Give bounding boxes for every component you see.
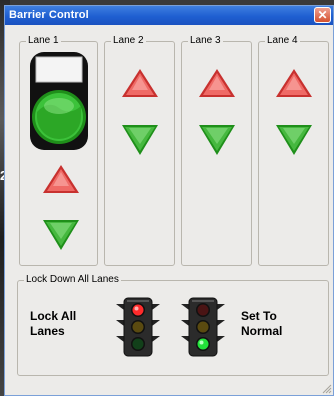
lane-4-label: Lane 4 xyxy=(265,35,300,47)
lane-1-group: Lane 1 xyxy=(19,35,98,266)
lane-1-lower-button[interactable] xyxy=(42,219,80,251)
lane-2-group: Lane 2 xyxy=(104,35,175,266)
lane-2-lower-button[interactable] xyxy=(121,124,159,156)
resize-grip-icon[interactable] xyxy=(322,384,332,394)
lock-all-lanes-label: Lock All Lanes xyxy=(30,309,100,339)
window-title: Barrier Control xyxy=(9,9,89,21)
traffic-light-red-icon[interactable] xyxy=(115,296,161,358)
lane-1-label: Lane 1 xyxy=(26,35,61,47)
lockdown-group-label: Lock Down All Lanes xyxy=(24,274,121,286)
lane-3-lower-button[interactable] xyxy=(198,124,236,156)
close-icon: ✕ xyxy=(317,8,328,22)
lock-label-line-1: Lock All xyxy=(30,309,77,323)
barrier-status-indicator-icon xyxy=(30,52,88,150)
lock-label-line-2: Lanes xyxy=(30,324,65,338)
lane-2-raise-button[interactable] xyxy=(121,68,159,98)
barrier-control-window: Barrier Control ✕ Lane 1 Lane 2 Lane 3 L… xyxy=(4,5,334,396)
lane-3-label: Lane 3 xyxy=(188,35,223,47)
lane-4-lower-button[interactable] xyxy=(275,124,313,156)
lane-2-label: Lane 2 xyxy=(111,35,146,47)
lane-3-raise-button[interactable] xyxy=(198,68,236,98)
traffic-light-green-icon[interactable] xyxy=(180,296,226,358)
normal-label-line-1: Set To xyxy=(241,309,277,323)
lane-1-raise-button[interactable] xyxy=(42,164,80,194)
lane-4-raise-button[interactable] xyxy=(275,68,313,98)
normal-label-line-2: Normal xyxy=(241,324,283,338)
lane-4-group: Lane 4 xyxy=(258,35,329,266)
lane-3-group: Lane 3 xyxy=(181,35,252,266)
set-to-normal-label: Set To Normal xyxy=(241,309,311,339)
close-button[interactable]: ✕ xyxy=(314,7,331,23)
title-bar[interactable]: Barrier Control ✕ xyxy=(5,6,333,25)
